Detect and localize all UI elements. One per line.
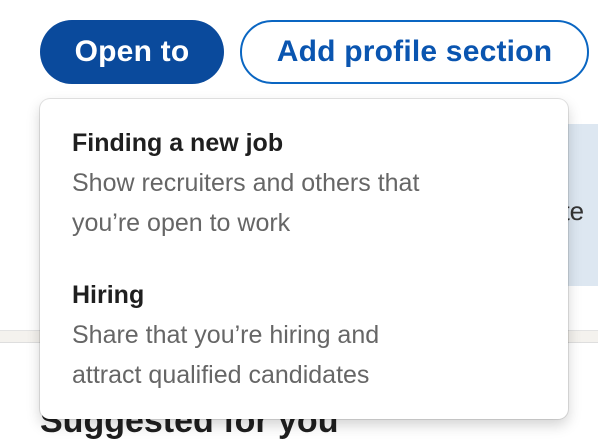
open-to-dropdown-menu: Finding a new job Show recruiters and ot… [40, 99, 568, 419]
add-profile-section-button[interactable]: Add profile section [240, 20, 589, 84]
menu-item-description: Show recruiters and others that you’re o… [72, 163, 512, 243]
menu-item-title: Finding a new job [72, 129, 284, 157]
menu-item-title: Hiring [72, 281, 145, 309]
menu-item-description-line: you’re open to work [72, 209, 291, 237]
menu-item-description: Share that you’re hiring and attract qua… [72, 315, 512, 395]
menu-item-description-line: attract qualified candidates [72, 361, 370, 389]
menu-item-description-line: Show recruiters and others that [72, 169, 420, 197]
menu-item-finding-new-job[interactable]: Finding a new job Show recruiters and ot… [40, 127, 568, 243]
menu-item-hiring[interactable]: Hiring Share that you’re hiring and attr… [40, 279, 568, 395]
menu-item-description-line: Share that you’re hiring and [72, 321, 380, 349]
open-to-button[interactable]: Open to [40, 20, 224, 84]
